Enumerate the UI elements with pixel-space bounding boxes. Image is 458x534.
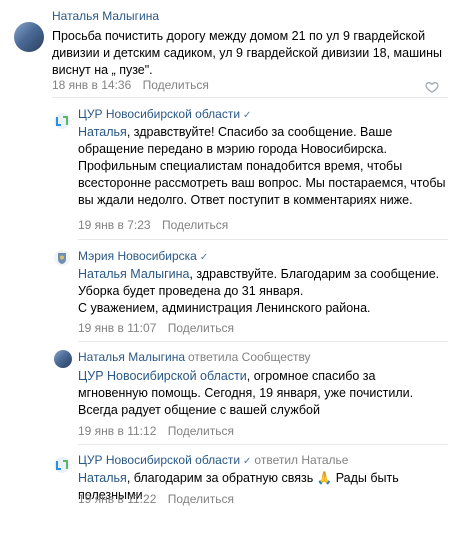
- comment-date[interactable]: 19 янв в 11:12: [78, 424, 156, 438]
- mer-logo-avatar[interactable]: [54, 250, 70, 266]
- divider: [52, 97, 448, 98]
- comment-date[interactable]: 19 янв в 11:07: [78, 321, 156, 335]
- comment-date[interactable]: 19 янв в 7:23: [78, 218, 151, 232]
- divider: [78, 341, 448, 342]
- comment-text: Наталья, здравствуйте! Спасибо за сообще…: [78, 125, 446, 207]
- cur-logo-icon: [56, 116, 68, 126]
- comment-text: Наталья Малыгина, здравствуйте. Благодар…: [78, 267, 440, 315]
- share-link[interactable]: Поделиться: [168, 424, 234, 438]
- reply-to-label: ответила Сообществу: [188, 350, 311, 364]
- coat-of-arms-icon: [58, 253, 66, 264]
- like-heart-icon[interactable]: [425, 80, 439, 94]
- cur-logo-avatar[interactable]: [54, 457, 70, 473]
- verified-icon: ✓: [243, 110, 252, 121]
- mention-link[interactable]: Наталья: [78, 125, 127, 139]
- mention-link[interactable]: ЦУР Новосибирской области: [78, 369, 247, 383]
- verified-icon: ✓: [199, 252, 209, 263]
- comment-meta: 19 янв в 11:12 Поделиться: [78, 424, 234, 438]
- comment-author[interactable]: Наталья Малыгина: [52, 9, 159, 23]
- share-link[interactable]: Поделиться: [168, 492, 234, 506]
- mention-link[interactable]: Наталья Малыгина: [78, 267, 189, 281]
- share-link[interactable]: Поделиться: [168, 321, 234, 335]
- verified-icon: ✓: [243, 456, 252, 467]
- comment-date[interactable]: 19 янв в 11:22: [78, 492, 156, 506]
- comment-meta: 19 янв в 7:23 Поделиться: [78, 218, 228, 232]
- cur-logo-icon: [56, 460, 68, 470]
- share-link[interactable]: Поделиться: [143, 78, 209, 92]
- comment-meta: 18 янв в 14:36 Поделиться: [52, 78, 209, 92]
- divider: [78, 239, 448, 240]
- comment-author[interactable]: Мэрия Новосибирска ✓: [78, 249, 208, 263]
- avatar[interactable]: [14, 22, 44, 52]
- comment-meta: 19 янв в 11:07 Поделиться: [78, 321, 234, 335]
- comment-author[interactable]: Наталья Малыгина ответила Сообществу: [78, 350, 311, 364]
- cur-logo-avatar[interactable]: [54, 113, 70, 129]
- mention-link[interactable]: Наталья: [78, 471, 127, 485]
- share-link[interactable]: Поделиться: [162, 218, 228, 232]
- divider: [78, 444, 448, 445]
- avatar[interactable]: [54, 350, 72, 368]
- comment-meta: 19 янв в 11:22 Поделиться: [78, 492, 234, 506]
- comment-author[interactable]: ЦУР Новосибирской области ✓: [78, 107, 251, 121]
- comment-text: Просьба почистить дорогу между домом 21 …: [52, 29, 442, 77]
- reply-to-label: ответил Наталье: [254, 453, 349, 467]
- comment-date[interactable]: 18 янв в 14:36: [52, 78, 131, 92]
- comment-text: ЦУР Новосибирской области, огромное спас…: [78, 369, 414, 417]
- comment-author[interactable]: ЦУР Новосибирской области ✓ ответил Наталь…: [78, 453, 348, 467]
